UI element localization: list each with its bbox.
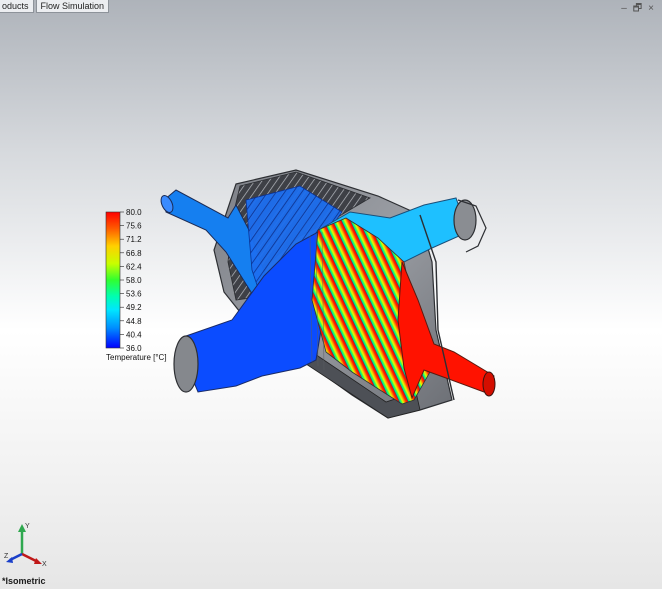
legend-value-1: 75.6 [126, 222, 142, 231]
triad-x-label: X [42, 561, 47, 568]
hot-outlet-opening [482, 371, 496, 397]
legend-value-9: 40.4 [126, 330, 142, 339]
legend-value-6: 53.6 [126, 290, 142, 299]
legend-value-2: 71.2 [126, 235, 142, 244]
legend-title: Temperature [°C] [106, 353, 167, 362]
triad-x-arrow [34, 558, 42, 564]
graphics-viewport[interactable]: 80.0 75.6 71.2 66.8 62.4 58.0 53.6 49.2 … [0, 0, 662, 589]
legend-value-4: 62.4 [126, 262, 142, 271]
legend-colorbar [105, 211, 121, 349]
legend-value-0: 80.0 [126, 208, 142, 217]
triad-z-label: Z [4, 553, 9, 560]
hot-side-inlet-opening [173, 335, 199, 393]
triad-y-label: Y [25, 523, 30, 530]
temperature-legend[interactable]: 80.0 75.6 71.2 66.8 62.4 58.0 53.6 49.2 … [105, 208, 167, 362]
legend-ticks [120, 211, 124, 349]
legend-value-8: 44.8 [126, 317, 142, 326]
legend-value-10: 36.0 [126, 344, 142, 353]
reference-triad: Y X Z [4, 523, 47, 568]
legend-value-5: 58.0 [126, 276, 142, 285]
legend-value-3: 66.8 [126, 249, 142, 258]
heat-exchanger-model[interactable] [159, 169, 496, 419]
legend-value-7: 49.2 [126, 303, 142, 312]
cold-outlet-opening [453, 199, 477, 241]
view-orientation-label: *Isometric [2, 576, 46, 586]
